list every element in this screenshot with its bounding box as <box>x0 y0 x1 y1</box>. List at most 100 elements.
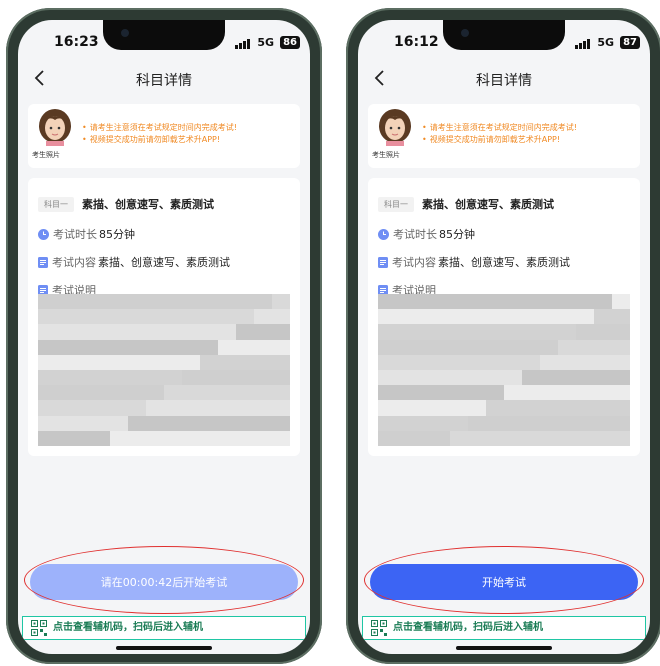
blur-cell <box>378 309 396 325</box>
blur-cell <box>432 309 450 325</box>
notch <box>103 20 225 50</box>
blur-cell <box>594 369 612 386</box>
blur-cell <box>38 400 56 416</box>
blur-cell <box>272 400 290 416</box>
blur-cell <box>164 400 182 416</box>
blur-cell <box>200 430 218 446</box>
blur-cell <box>110 324 128 340</box>
content-label: 考试内容 <box>392 256 436 269</box>
blur-cell <box>414 369 432 386</box>
blur-cell <box>504 354 522 370</box>
blur-cell <box>396 294 414 310</box>
blur-cell <box>450 430 468 446</box>
blur-cell <box>56 294 74 310</box>
blur-cell <box>164 385 182 401</box>
document-icon <box>38 257 48 268</box>
blur-cell <box>200 309 218 325</box>
blur-cell <box>396 339 414 355</box>
blur-cell <box>272 385 290 401</box>
blur-cell <box>164 354 182 370</box>
blur-cell <box>432 415 450 431</box>
avatar-caption: 考生照片 <box>372 151 400 159</box>
blur-cell <box>254 369 272 386</box>
blur-cell <box>164 415 182 431</box>
blur-cell <box>128 385 146 401</box>
blur-cell <box>218 354 236 370</box>
blur-cell <box>110 430 128 446</box>
blur-cell <box>558 369 576 386</box>
phone-right: 16:12 5G 87 科目详情 考生照片 请考生注意须在考试规定时间内完成考试… <box>346 8 660 664</box>
blur-cell <box>74 309 92 325</box>
blur-cell <box>110 385 128 401</box>
qr-code-bar[interactable]: 点击查看辅机码，扫码后进入辅机 <box>362 616 646 640</box>
blur-cell <box>236 309 254 325</box>
blur-cell <box>146 294 164 310</box>
blur-cell <box>236 400 254 416</box>
qr-code-bar[interactable]: 点击查看辅机码，扫码后进入辅机 <box>22 616 306 640</box>
blur-cell <box>56 309 74 325</box>
blur-cell <box>540 339 558 355</box>
blur-cell <box>594 324 612 340</box>
blur-cell <box>522 385 540 401</box>
blur-cell <box>182 309 200 325</box>
blur-cell <box>200 400 218 416</box>
blur-cell <box>522 294 540 310</box>
subject-tag: 科目一 <box>38 197 74 212</box>
blur-cell <box>164 294 182 310</box>
blur-cell <box>486 385 504 401</box>
blur-cell <box>254 309 272 325</box>
blurred-description <box>38 294 290 446</box>
blur-cell <box>540 430 558 446</box>
blur-cell <box>594 339 612 355</box>
blur-cell <box>378 430 396 446</box>
blur-cell <box>468 309 486 325</box>
blur-cell <box>558 354 576 370</box>
blur-cell <box>38 309 56 325</box>
blur-cell <box>612 354 630 370</box>
blur-cell <box>396 324 414 340</box>
blur-cell <box>468 369 486 386</box>
blur-cell <box>254 294 272 310</box>
blurred-description <box>378 294 630 446</box>
blur-cell <box>540 369 558 386</box>
blur-cell <box>396 415 414 431</box>
blur-cell <box>218 324 236 340</box>
blur-cell <box>74 415 92 431</box>
blur-cell <box>396 309 414 325</box>
blur-cell <box>38 415 56 431</box>
blur-cell <box>74 294 92 310</box>
start-exam-button[interactable]: 开始考试 <box>370 564 638 600</box>
blur-cell <box>612 294 630 310</box>
blur-cell <box>182 294 200 310</box>
blur-cell <box>450 309 468 325</box>
blur-cell <box>56 339 74 355</box>
blur-cell <box>218 430 236 446</box>
blur-cell <box>92 294 110 310</box>
blur-cell <box>146 369 164 386</box>
blur-cell <box>432 400 450 416</box>
blur-cell <box>612 309 630 325</box>
start-exam-button[interactable]: 请在00:00:42后开始考试 <box>30 564 298 600</box>
blur-cell <box>128 369 146 386</box>
blur-cell <box>218 415 236 431</box>
blur-cell <box>182 385 200 401</box>
blur-cell <box>164 324 182 340</box>
blur-cell <box>576 400 594 416</box>
blur-cell <box>396 385 414 401</box>
content-value: 素描、创意速写、素质测试 <box>98 256 230 269</box>
blur-cell <box>432 385 450 401</box>
blur-cell <box>182 339 200 355</box>
blur-cell <box>558 309 576 325</box>
blur-cell <box>182 415 200 431</box>
blur-cell <box>128 430 146 446</box>
blur-cell <box>110 294 128 310</box>
blur-cell <box>504 324 522 340</box>
blur-cell <box>504 400 522 416</box>
blur-cell <box>594 294 612 310</box>
blur-cell <box>38 369 56 386</box>
blur-cell <box>128 400 146 416</box>
blur-cell <box>378 400 396 416</box>
blur-cell <box>486 369 504 386</box>
notch <box>443 20 565 50</box>
blur-cell <box>540 324 558 340</box>
